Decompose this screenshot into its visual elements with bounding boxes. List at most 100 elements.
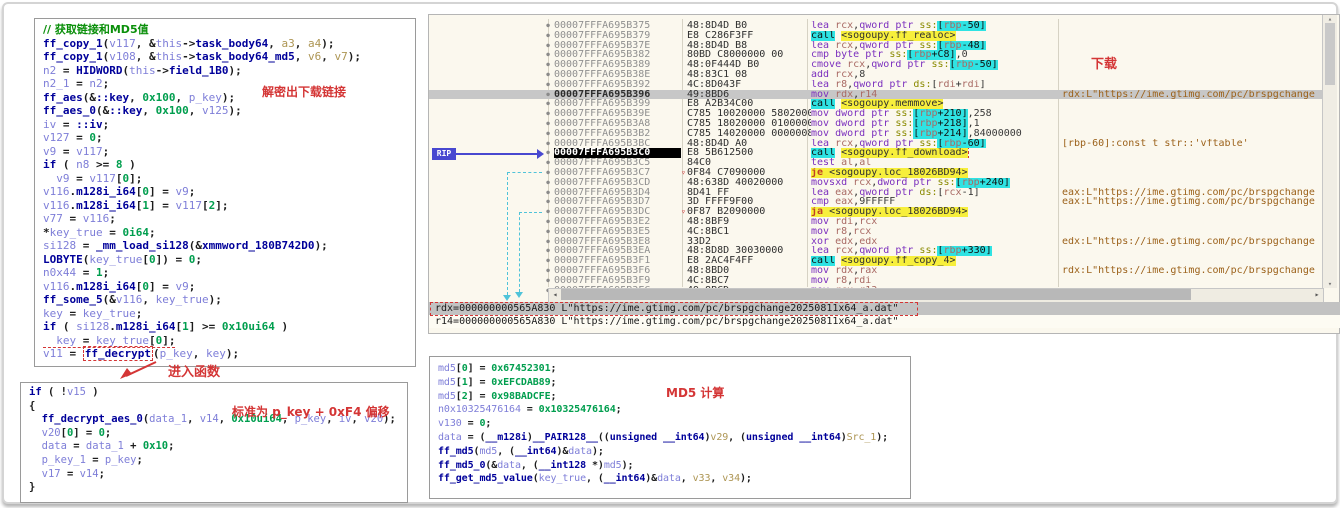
disasm-row[interactable]: ●00007FFFA695B3C7▿0F84 C7090000je <sogou… <box>429 168 1322 178</box>
address-cell: 00007FFFA695B3D4 <box>554 188 681 198</box>
breakpoint-dot-icon: ● <box>542 246 554 256</box>
disasm-row[interactable]: ●00007FFFA695B3C584C0test al,al <box>429 158 1322 168</box>
disasm-row[interactable]: ●00007FFFA695B3E248:8BF9mov rdi,rcx <box>429 217 1322 227</box>
breakpoint-dot-icon: ● <box>542 70 554 80</box>
scroll-right-icon[interactable]: ▸ <box>1311 289 1323 300</box>
row-gutter <box>429 178 542 188</box>
breakpoint-dot-icon: ● <box>542 178 554 188</box>
breakpoint-dot-icon: ● <box>542 90 554 100</box>
jump-arrow-head-icon <box>503 295 511 301</box>
bytes-cell: 48:83C1 08 <box>687 70 811 80</box>
disasm-row[interactable]: ●00007FFFA695B37E48:8D4D B8lea rcx,qword… <box>429 41 1322 51</box>
breakpoint-dot-icon: ● <box>542 31 554 41</box>
address-cell: 00007FFFA695B39E <box>554 109 681 119</box>
vertical-scrollbar-thumb[interactable] <box>1325 23 1335 85</box>
comment-cell <box>1062 168 1322 178</box>
breakpoint-dot-icon: ● <box>542 109 554 119</box>
vertical-scrollbar[interactable]: ▴ ▾ <box>1322 15 1337 288</box>
breakpoint-dot-icon: ● <box>542 99 554 109</box>
bytes-cell: 4C:8BC7 <box>687 276 811 286</box>
horizontal-scrollbar[interactable]: ◂ ▸ <box>548 288 1324 303</box>
rip-arrow-line <box>456 153 540 155</box>
row-gutter <box>429 31 542 41</box>
code-line: n2 = HIDWORD(this->field_1B0); <box>43 64 415 78</box>
code-line: ff_md5(md5, (__int64)&data); <box>438 445 910 459</box>
disasm-row[interactable]: ●00007FFFA695B3F648:8BD0mov rdx,raxrdx:L… <box>429 266 1322 276</box>
code-line: ff_aes_0(&::key, 0x100, v125); <box>43 104 415 118</box>
disasm-row[interactable]: ●00007FFFA695B399E8 A2B34C00call <sogoup… <box>429 99 1322 109</box>
bytes-cell: 84C0 <box>687 158 811 168</box>
breakpoint-dot-icon: ● <box>542 207 554 217</box>
horizontal-scrollbar-thumb[interactable] <box>561 289 1191 300</box>
code-line: si128 = _mm_load_si128(&xmmword_180B742D… <box>43 239 415 253</box>
code-line: v116.m128i_i64[0] = v9; <box>43 280 415 294</box>
code-line: v17 = v14; <box>29 468 407 482</box>
jump-line-ja <box>519 212 520 292</box>
address-cell: 00007FFFA695B379 <box>554 31 681 41</box>
offset-annotation: 标准为 p_key + 0xF4 偏移 <box>232 403 390 420</box>
bytes-cell: 48:8D8D 30030000 <box>687 246 811 256</box>
disasm-row[interactable]: ●00007FFFA695B379 E8 C286F3FFcall <sogoup… <box>429 31 1322 41</box>
address-cell: 00007FFFA695B3F9 <box>554 276 681 286</box>
instruction-cell: lea rcx,qword ptr ss:[rbp-60] <box>811 139 1062 149</box>
instruction-cell: mov rdx,rax <box>811 266 1062 276</box>
disasm-row[interactable]: ●00007FFFA695B3DC▿0F87 B2090000ja <sogou… <box>429 207 1322 217</box>
disasm-row[interactable]: ●00007FFFA695B39EC785 10020000 58020000m… <box>429 109 1322 119</box>
disasm-row[interactable]: ●00007FFFA695B3E54C:8BC1mov r8,rcx <box>429 227 1322 237</box>
address-cell: 00007FFFA695B3DC <box>554 207 681 217</box>
bytes-cell: 0F84 C7090000 <box>687 168 811 178</box>
address-cell: 00007FFFA695B3C5 <box>554 158 681 168</box>
bytes-cell: 48:638D 40020000 <box>687 178 811 188</box>
disasm-row[interactable]: ●00007FFFA695B38E48:83C1 08add rcx,8 <box>429 70 1322 80</box>
scroll-left-icon[interactable]: ◂ <box>549 289 561 300</box>
row-gutter <box>429 60 542 70</box>
row-gutter <box>429 119 542 129</box>
row-gutter <box>429 227 542 237</box>
row-gutter <box>429 217 542 227</box>
address-cell: 00007FFFA695B375 <box>554 21 681 31</box>
bytes-cell: E8 5B612500 <box>687 148 811 158</box>
bytes-cell: 8D41 FF <box>687 188 811 198</box>
disasm-row[interactable]: ●00007FFFA695B37548:8D4D B0lea rcx,qword… <box>429 21 1322 31</box>
disasm-row[interactable]: ●00007FFFA695B3A8C785 18020000 01000000m… <box>429 119 1322 129</box>
disasm-row[interactable]: ●00007FFFA695B3F1E8 2AC4F4FFcall <sogoup… <box>429 256 1322 266</box>
breakpoint-dot-icon: ● <box>542 217 554 227</box>
disasm-row[interactable]: ●00007FFFA695B3D73D FFFF9F00cmp eax,9FFF… <box>429 197 1322 207</box>
disasm-row[interactable]: ●00007FFFA695B3B2C785 14020000 00000084m… <box>429 129 1322 139</box>
disasm-row[interactable]: ●00007FFFA695B3CD48:638D 40020000movsxd … <box>429 178 1322 188</box>
disasm-row[interactable]: ●00007FFFA695B3924C:8D043Flea r8,qword p… <box>429 80 1322 90</box>
disasm-row[interactable]: ●00007FFFA695B3D48D41 FFlea eax,qword pt… <box>429 188 1322 198</box>
disasm-row[interactable]: ●00007FFFA695B3F94C:8BC7mov r8,rdi <box>429 276 1322 286</box>
disasm-row[interactable]: ●00007FFFA695B38280BD C8000000 00cmp byt… <box>429 50 1322 60</box>
row-gutter <box>429 129 542 139</box>
download-annotation: 下载 <box>1091 53 1117 72</box>
address-cell: 00007FFFA695B389 <box>554 60 681 70</box>
disasm-row[interactable]: ●00007FFFA695B3E833D2xor edx,edxedx:L"ht… <box>429 237 1322 247</box>
disasm-row[interactable]: ●00007FFFA695B3BC48:8D4D A0lea rcx,qword… <box>429 139 1322 149</box>
bytes-cell: E8 C286F3FF <box>687 31 811 41</box>
breakpoint-dot-icon: ● <box>542 197 554 207</box>
instruction-cell: mov dword ptr ss:[rbp+218],1 <box>811 119 1062 129</box>
code-line: v116.m128i_i64[1] = v117[2]; <box>43 199 415 213</box>
comment-cell <box>1062 148 1322 158</box>
address-cell: 00007FFFA695B3E5 <box>554 227 681 237</box>
address-cell: 00007FFFA695B3F6 <box>554 266 681 276</box>
comment-cell: rdx:L"https://ime.gtimg.com/pc/brspgchan… <box>1062 90 1322 100</box>
disasm-row[interactable]: ●00007FFFA695B3EA48:8D8D 30030000lea rcx… <box>429 246 1322 256</box>
scroll-up-icon[interactable]: ▴ <box>1323 15 1337 23</box>
comment-cell <box>1062 207 1322 217</box>
row-gutter <box>429 41 542 51</box>
row-gutter <box>429 237 542 247</box>
code-line: ff_some_5(&v116, key_true); <box>43 293 415 307</box>
disasm-row[interactable]: ●00007FFFA695B39649:8BD6mov rdx,r14rdx:L… <box>429 90 1322 100</box>
instruction-cell: call <sogoupy.ff_realoc> <box>811 31 1062 41</box>
disasm-row[interactable]: ●00007FFFA695B3C0E8 5B612500call <sogoup… <box>429 148 1322 158</box>
scroll-down-icon[interactable]: ▾ <box>1323 280 1337 288</box>
breakpoint-dot-icon: ● <box>542 119 554 129</box>
bytes-cell: E8 2AC4F4FF <box>687 256 811 266</box>
address-cell: 00007FFFA695B3BC <box>554 139 681 149</box>
enter-function-annotation: 进入函数 <box>168 361 220 380</box>
row-gutter <box>429 21 542 31</box>
instruction-cell: lea r8,qword ptr ds:[rdi+rdi] <box>811 80 1062 90</box>
disasm-row[interactable]: ●00007FFFA695B38948:0F444D B0cmove rcx,q… <box>429 60 1322 70</box>
